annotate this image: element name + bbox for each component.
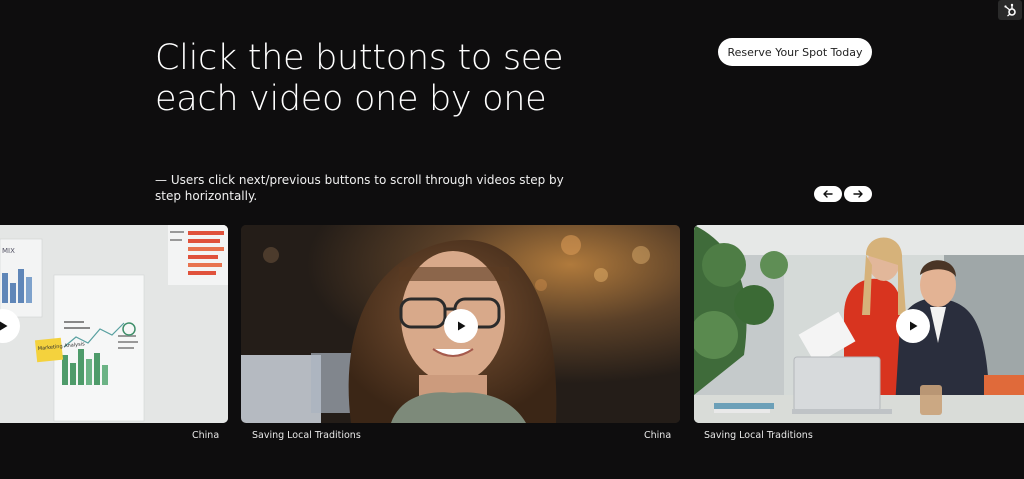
card-title: Saving Local Traditions	[252, 430, 361, 441]
hubspot-badge[interactable]	[998, 0, 1022, 20]
video-card-portrait[interactable]	[241, 225, 680, 423]
play-button[interactable]	[896, 309, 930, 343]
carousel-prev-button[interactable]	[814, 186, 842, 202]
play-button[interactable]	[444, 309, 478, 343]
arrow-left-icon	[823, 190, 833, 198]
play-icon	[910, 321, 918, 331]
page: Click the buttons to see each video one …	[0, 0, 1024, 479]
video-card-whiteboard[interactable]: MIX Marketing Analysis	[0, 225, 228, 423]
card-location: China	[644, 430, 672, 441]
play-icon	[458, 321, 466, 331]
play-icon	[0, 321, 8, 331]
page-title: Click the buttons to see each video one …	[155, 38, 564, 119]
video-card-meeting[interactable]	[694, 225, 1024, 423]
card-location: China	[192, 430, 220, 441]
video-thumbnail	[694, 225, 1024, 423]
video-thumbnail: MIX Marketing Analysis	[0, 225, 228, 423]
reserve-spot-button[interactable]: Reserve Your Spot Today	[718, 38, 872, 66]
arrow-right-icon	[853, 190, 863, 198]
carousel-next-button[interactable]	[844, 186, 872, 202]
hubspot-logo-icon	[1004, 3, 1016, 17]
card-title: Saving Local Traditions	[704, 430, 813, 441]
whiteboard-word: MIX	[2, 247, 15, 255]
page-subtitle: — Users click next/previous buttons to s…	[155, 173, 564, 203]
